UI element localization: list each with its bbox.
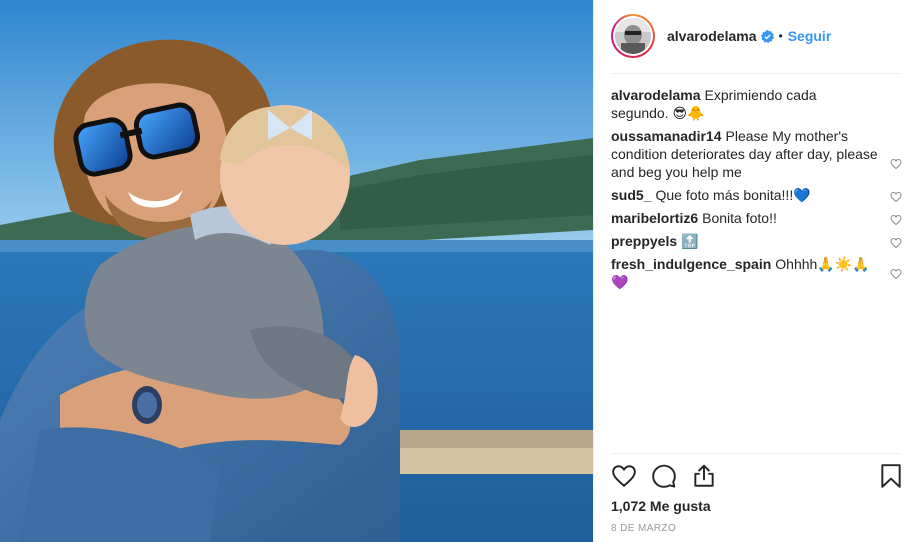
list-item: maribelortiz6 Bonita foto!!: [611, 209, 904, 227]
action-bar: [611, 463, 904, 489]
heart-outline-icon[interactable]: [890, 266, 902, 280]
avatar-image: [615, 18, 651, 54]
share-icon[interactable]: [691, 463, 717, 489]
post-photo[interactable]: [0, 0, 593, 542]
comment-text: 🔝: [681, 233, 699, 249]
comment-username[interactable]: maribelortiz6: [611, 210, 698, 226]
likes-count[interactable]: 1,072 Me gusta: [611, 498, 711, 514]
comment-text: Bonita foto!!: [702, 210, 777, 226]
post-header: alvarodelama • Seguir: [611, 12, 901, 60]
verified-badge-icon: [760, 29, 774, 43]
post-photo-image: [0, 0, 593, 542]
list-item: fresh_indulgence_spain Ohhhh🙏☀️🙏💜: [611, 255, 904, 291]
separator-dot: •: [778, 29, 783, 43]
comment-username[interactable]: oussamanadir14: [611, 128, 722, 144]
comment-username[interactable]: fresh_indulgence_spain: [611, 256, 771, 272]
avatar[interactable]: [611, 14, 655, 58]
list-item: sud5_ Que foto más bonita!!!💙: [611, 186, 904, 204]
bookmark-icon[interactable]: [878, 463, 904, 489]
heart-outline-icon[interactable]: [890, 156, 902, 170]
comment-username[interactable]: sud5_: [611, 187, 651, 203]
instagram-post: alvarodelama • Seguir alvarodelama Exprim…: [0, 0, 918, 542]
follow-button[interactable]: Seguir: [788, 28, 832, 44]
list-item: preppyels 🔝: [611, 232, 904, 250]
heart-outline-icon[interactable]: [890, 189, 902, 203]
list-item: oussamanadir14 Please My mother's conditi…: [611, 127, 904, 181]
post-sidebar: alvarodelama • Seguir alvarodelama Exprim…: [593, 0, 918, 542]
divider: [611, 453, 901, 454]
comment-bubble-icon[interactable]: [651, 463, 677, 489]
post-date[interactable]: 8 DE MARZO: [611, 523, 676, 534]
comment-username[interactable]: alvarodelama: [611, 87, 701, 103]
comment-username[interactable]: preppyels: [611, 233, 677, 249]
heart-outline-icon[interactable]: [890, 212, 902, 226]
heart-outline-icon[interactable]: [890, 235, 902, 249]
caption: alvarodelama Exprimiendo cada segundo. 😎🐥: [611, 86, 904, 122]
comments-list: alvarodelama Exprimiendo cada segundo. 😎🐥…: [611, 86, 904, 296]
header-username[interactable]: alvarodelama: [667, 28, 757, 44]
divider: [611, 73, 901, 74]
heart-icon[interactable]: [611, 463, 637, 489]
comment-text: Que foto más bonita!!!💙: [655, 187, 811, 203]
